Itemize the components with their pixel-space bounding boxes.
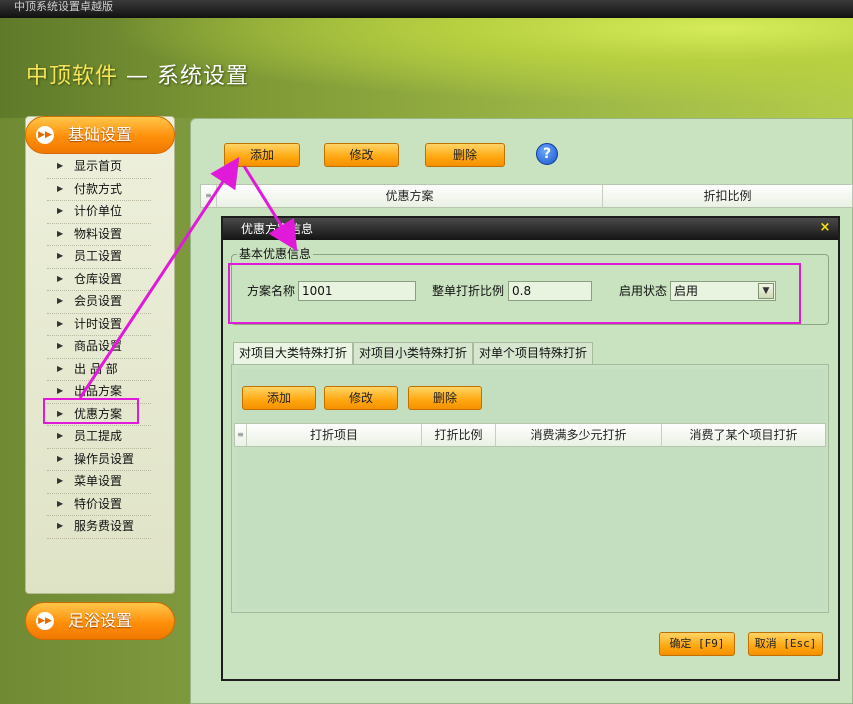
brand-name: 中顶软件 [26, 64, 119, 89]
arrow-right-icon: ▶ [57, 341, 64, 350]
tab-subcategory-discount[interactable]: 对项目小类特殊打折 [353, 342, 474, 364]
discount-plan-grid-header: ≡ 优惠方案 折扣比例 [200, 184, 853, 208]
nav-item[interactable]: ▶ 计价单位 [47, 201, 151, 224]
arrow-right-icon: ▶ [57, 161, 64, 170]
nav-item-label: 员工提成 [74, 429, 123, 443]
delete-button[interactable]: 删除 [425, 143, 505, 167]
nav-group-basic-label: 基础设置 [68, 125, 133, 144]
arrow-right-icon: ▶ [57, 206, 64, 215]
nav-item-label: 仓库设置 [74, 271, 123, 286]
sub-delete-button[interactable]: 删除 [408, 386, 482, 410]
nav-item-label: 服务费设置 [74, 519, 135, 533]
nav-item-label: 计时设置 [74, 316, 123, 331]
nav-item[interactable]: ▶ 服务费设置 [47, 516, 151, 539]
cancel-button[interactable]: 取消 [Esc] [748, 632, 823, 656]
app-title: 中顶软件 — 系统设置 [26, 58, 249, 90]
nav-item[interactable]: ▶ 计时设置 [47, 314, 151, 336]
arrow-right-icon: ▶ [57, 476, 64, 485]
arrow-right-icon: ▶ [57, 183, 64, 193]
sub-add-button[interactable]: 添加 [242, 386, 316, 410]
annotation-box-fields [228, 263, 801, 324]
column-spend-threshold[interactable]: 消费满多少元打折 [496, 424, 662, 446]
nav-item-label: 特价设置 [74, 496, 123, 511]
arrow-right-icon: ▶ [57, 251, 64, 260]
arrow-right-icon: ▶ [57, 273, 64, 283]
nav-item-label: 菜单设置 [74, 474, 123, 488]
column-ratio[interactable]: 折扣比例 [603, 185, 852, 207]
nav-item-label: 出 品 部 [74, 361, 118, 376]
nav-item-label: 会员设置 [74, 294, 123, 308]
app-header: 中顶软件 — 系统设置 [0, 18, 853, 118]
nav-item[interactable]: ▶ 仓库设置 [47, 269, 151, 291]
nav-group-footbath[interactable]: ▶▶ 足浴设置 [25, 602, 175, 640]
column-item-trigger[interactable]: 消费了某个项目打折 [662, 424, 825, 446]
nav-item[interactable]: ▶ 物料设置 [47, 224, 151, 246]
column-discount-ratio[interactable]: 打折比例 [422, 424, 496, 446]
expand-icon: ▶▶ [36, 612, 54, 630]
help-icon[interactable]: ? [536, 143, 558, 165]
arrow-right-icon: ▶ [57, 228, 64, 238]
arrow-right-icon: ▶ [57, 431, 64, 440]
arrow-right-icon: ▶ [57, 521, 64, 530]
column-plan[interactable]: 优惠方案 [217, 185, 603, 207]
nav-item[interactable]: ▶ 会员设置 [47, 291, 151, 314]
nav-group-basic[interactable]: ▶▶ 基础设置 [25, 116, 175, 154]
basic-info-label: 基本优惠信息 [237, 245, 314, 262]
tab-item-discount[interactable]: 对单个项目特殊打折 [473, 342, 594, 364]
nav-item-label: 商品设置 [74, 339, 123, 353]
expand-icon: ▶▶ [36, 126, 54, 144]
nav-item-label: 计价单位 [74, 204, 123, 218]
arrow-right-icon: ▶ [57, 498, 64, 508]
tab-category-discount[interactable]: 对项目大类特殊打折 [233, 342, 354, 364]
nav-item[interactable]: ▶ 员工设置 [47, 246, 151, 269]
nav-item-label: 显示首页 [74, 159, 123, 173]
annotation-box-nav [43, 398, 139, 424]
window-title: 中顶系统设置卓越版 [14, 0, 113, 13]
dialog-titlebar: 优惠方案信息 × [223, 218, 838, 240]
nav-list: ▶ 显示首页 ▶ 付款方式 ▶ 计价单位 ▶ 物料设置 ▶ 员工设置 ▶ 仓库设置 ▶ 会员设置 ▶ 计时设置… [47, 156, 151, 539]
nav-item[interactable]: ▶ 操作员设置 [47, 449, 151, 471]
nav-item[interactable]: ▶ 菜单设置 [47, 471, 151, 494]
nav-item-label: 付款方式 [74, 181, 123, 196]
nav-item-label: 操作员设置 [74, 451, 135, 466]
nav-item[interactable]: ▶ 出 品 部 [47, 359, 151, 381]
close-icon[interactable]: × [818, 221, 832, 235]
window-titlebar: 中顶系统设置卓越版 [0, 0, 853, 18]
nav-item[interactable]: ▶ 特价设置 [47, 494, 151, 516]
nav-item[interactable]: ▶ 员工提成 [47, 426, 151, 449]
ok-button[interactable]: 确定 [F9] [659, 632, 735, 656]
nav-item-label: 物料设置 [74, 226, 123, 241]
section-name: 系统设置 [157, 64, 250, 89]
title-separator: — [118, 64, 158, 89]
nav-item[interactable]: ▶ 商品设置 [47, 336, 151, 359]
add-button[interactable]: 添加 [224, 143, 300, 167]
edit-button[interactable]: 修改 [324, 143, 399, 167]
nav-item-label: 出品方案 [74, 384, 123, 398]
nav-group-footbath-label: 足浴设置 [68, 611, 133, 630]
arrow-right-icon: ▶ [57, 318, 64, 328]
sub-edit-button[interactable]: 修改 [324, 386, 398, 410]
row-marker: ≡ [201, 185, 217, 207]
arrow-right-icon: ▶ [57, 453, 64, 463]
arrow-right-icon: ▶ [57, 296, 64, 305]
column-discount-item[interactable]: 打折项目 [247, 424, 422, 446]
discount-rule-grid-header: ≡ 打折项目 打折比例 消费满多少元打折 消费了某个项目打折 [234, 423, 826, 447]
tab-panel [231, 364, 829, 613]
dialog-title: 优惠方案信息 [241, 222, 314, 236]
arrow-right-icon: ▶ [57, 363, 64, 373]
row-marker: ≡ [235, 424, 247, 446]
nav-item-label: 员工设置 [74, 249, 123, 263]
nav-item[interactable]: ▶ 显示首页 [47, 156, 151, 179]
nav-item[interactable]: ▶ 付款方式 [47, 179, 151, 201]
